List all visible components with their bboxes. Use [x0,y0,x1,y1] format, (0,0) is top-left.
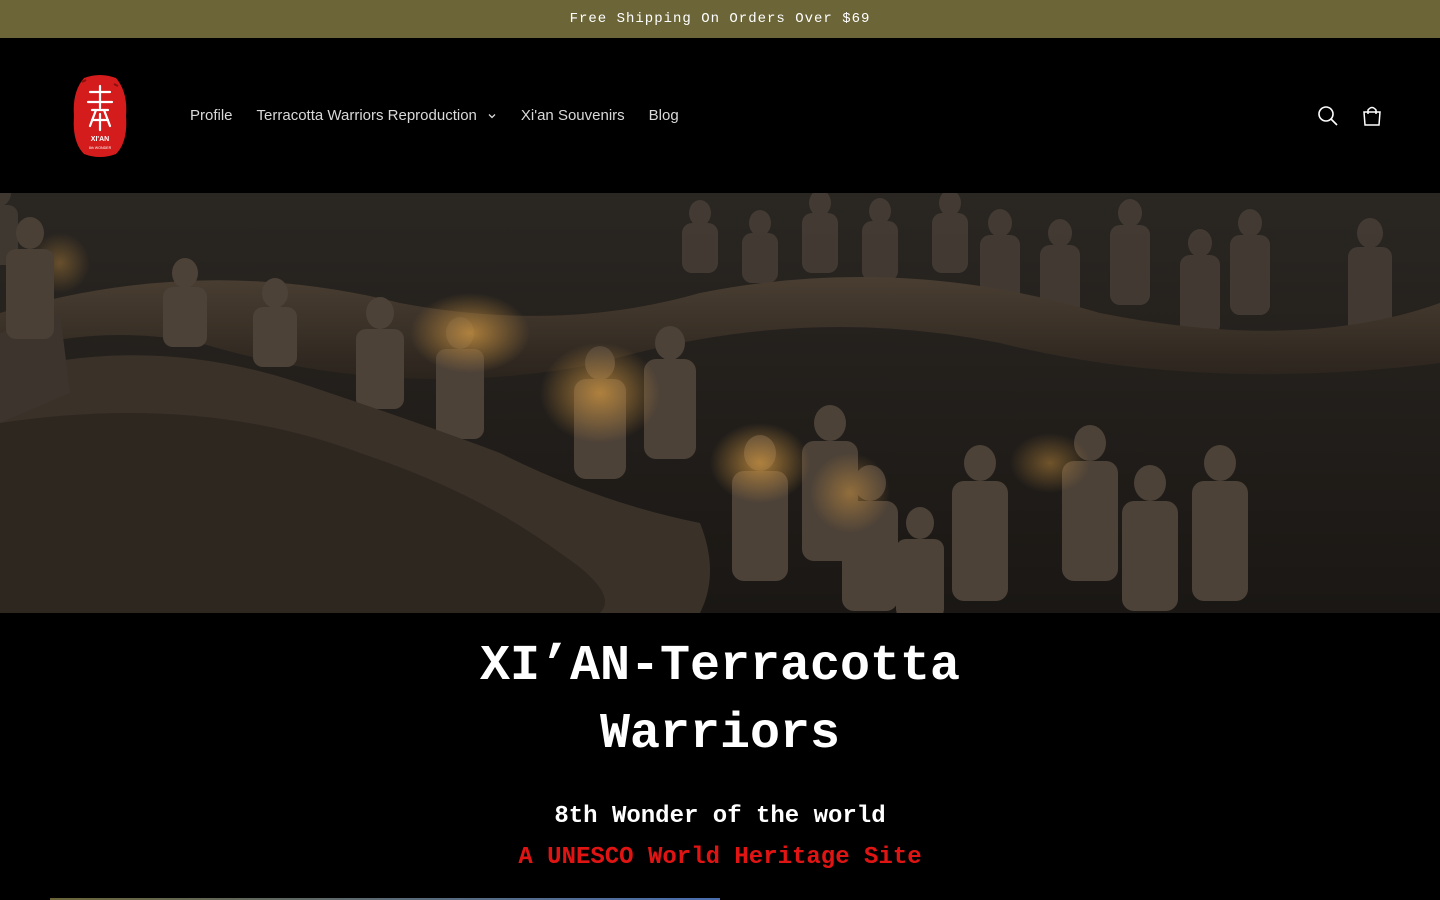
page-title: XI’AN-Terracotta Warriors [479,638,961,763]
nav-item-label: Profile [190,107,233,124]
nav-item-profile[interactable]: Profile [178,107,245,124]
header-icons [1316,38,1384,193]
hero-text: XI’AN-Terracotta Warriors 8th Wonder of … [0,613,1440,871]
chevron-down-icon [488,113,496,118]
nav-item-xian-souvenirs[interactable]: Xi'an Souvenirs [509,107,637,124]
nav-item-label: Xi'an Souvenirs [520,107,625,124]
hero-banner [0,193,1440,613]
page-subtitle: 8th Wonder of the world [554,803,886,830]
unesco-tagline: A UNESCO World Heritage Site [518,844,922,871]
terracotta-warriors-hero-image [0,193,1440,613]
cart-button[interactable] [1360,104,1384,128]
nav-item-label: Blog [648,107,679,124]
nav-item-label: Terracotta Warriors Reproduction [256,107,477,124]
site-logo[interactable]: XI'AN 8th WONDER [70,72,130,160]
search-button[interactable] [1316,104,1340,128]
search-icon [1318,105,1338,126]
nav-item-terracotta-warriors-reproduction[interactable]: Terracotta Warriors Reproduction [245,107,509,124]
svg-text:XI'AN: XI'AN [91,136,109,143]
nav-item-blog[interactable]: Blog [637,107,691,124]
announcement-text: Free Shipping On Orders Over $69 [569,11,871,27]
main-nav: Profile Terracotta Warriors Reproduction… [178,38,691,193]
cart-icon [1363,106,1381,126]
svg-text:8th WONDER: 8th WONDER [89,146,112,150]
logo-seal-icon: XI'AN 8th WONDER [73,75,127,157]
site-header: XI'AN 8th WONDER Profile Terracotta Warr… [0,38,1440,193]
announcement-bar: Free Shipping On Orders Over $69 [0,0,1440,38]
